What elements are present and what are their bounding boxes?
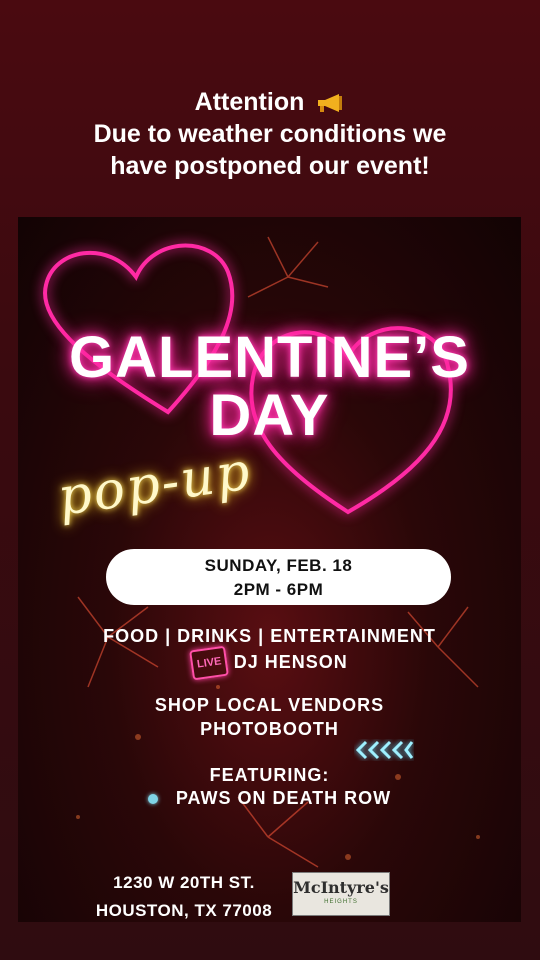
event-date: SUNDAY, FEB. 18 (204, 556, 353, 575)
dot-icon (147, 794, 158, 805)
venue-logo: McIntyre's HEIGHTS (292, 872, 390, 916)
announcement: Attention Due to weather conditions we h… (0, 86, 540, 182)
photobooth-text: PHOTOBOOTH (200, 719, 339, 739)
announcement-line-2: Due to weather conditions we (93, 120, 447, 148)
logo-sub: HEIGHTS (324, 899, 358, 905)
featuring-label: FEATURING: (209, 765, 330, 785)
chevrons-left-icon (355, 740, 414, 760)
megaphone-icon (318, 94, 343, 113)
dj-line: LIVE DJ HENSON (18, 645, 521, 681)
announcement-title: Attention (194, 88, 305, 116)
event-flyer: GALENTINE’S DAY pop-up SUNDAY, FEB. 18 2… (18, 217, 521, 922)
logo-name: McIntyre's (293, 878, 389, 897)
event-address: 1230 W 20TH ST. HOUSTON, TX 77008 (74, 869, 294, 922)
event-features: FOOD | DRINKS | ENTERTAINMENT (103, 626, 436, 646)
vendors-text: SHOP LOCAL VENDORS (154, 695, 385, 715)
dj-name: DJ HENSON (233, 651, 348, 672)
event-time: 2PM - 6PM (233, 580, 324, 599)
announcement-line-1: Attention (0, 86, 540, 118)
address-city: HOUSTON, TX 77008 (95, 901, 273, 920)
announcement-line-3: have postponed our event! (110, 152, 430, 180)
date-time-pill: SUNDAY, FEB. 18 2PM - 6PM (106, 549, 451, 605)
event-title-line-1: GALENTINE’S (69, 325, 470, 390)
live-badge: LIVE (189, 645, 230, 681)
featuring-line: PAWS ON DEATH ROW (18, 786, 521, 810)
featuring-name: PAWS ON DEATH ROW (175, 788, 392, 808)
address-street: 1230 W 20TH ST. (113, 873, 255, 892)
